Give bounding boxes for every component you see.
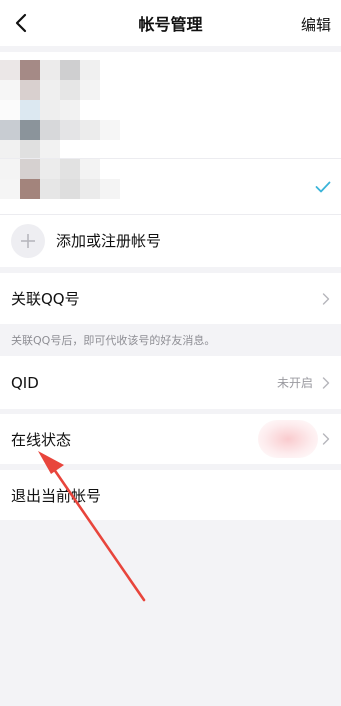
add-account-label: 添加或注册帐号 — [56, 232, 162, 250]
qid-status: 未开启 — [276, 376, 313, 390]
chevron-right-icon — [322, 433, 330, 445]
logout-label: 退出当前帐号 — [11, 486, 102, 505]
account-item-1[interactable] — [0, 52, 341, 158]
chevron-right-icon — [322, 376, 330, 389]
chevron-left-icon — [15, 13, 27, 33]
hint-text: 关联QQ号后，即可代收该号的好友消息。 — [11, 334, 216, 347]
qid-row[interactable]: QID 未开启 — [0, 356, 341, 409]
qid-label: QID — [11, 373, 39, 392]
blurred-status-indicator — [258, 420, 318, 458]
blurred-avatar — [0, 60, 20, 80]
link-qq-row[interactable]: 关联QQ号 — [0, 273, 341, 324]
link-qq-hint: 关联QQ号后，即可代收该号的好友消息。 — [0, 324, 341, 356]
page-title: 帐号管理 — [138, 15, 203, 34]
logout-row[interactable]: 退出当前帐号 — [0, 470, 341, 520]
chevron-right-icon — [322, 292, 330, 305]
check-icon — [315, 181, 331, 193]
online-status-label: 在线状态 — [11, 430, 72, 449]
edit-button[interactable]: 编辑 — [301, 14, 331, 35]
account-item-2[interactable] — [0, 159, 341, 214]
nav-bar: 帐号管理 编辑 — [0, 0, 341, 46]
back-button[interactable] — [6, 8, 36, 38]
blurred-avatar — [20, 179, 40, 199]
plus-icon — [11, 223, 45, 258]
add-account-button[interactable]: 添加或注册帐号 — [0, 214, 341, 267]
account-list: 添加或注册帐号 — [0, 52, 341, 267]
link-qq-label: 关联QQ号 — [11, 290, 80, 308]
